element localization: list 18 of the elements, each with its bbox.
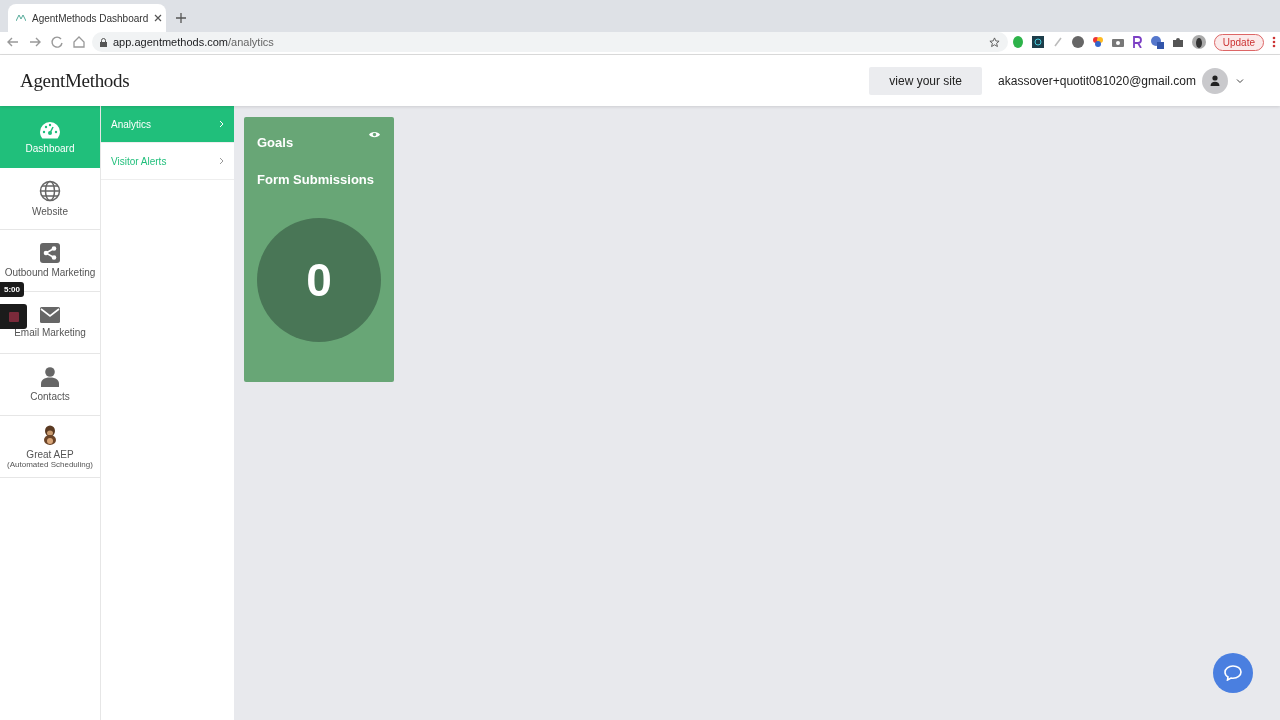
nav-item[interactable]: Great AEP (Automated Scheduling) [0,416,100,478]
nav-item[interactable]: Website [0,168,100,230]
goal-count: 0 [257,218,381,342]
nav-label: Great AEP [26,448,74,460]
logo[interactable]: AgentMethods [20,69,130,92]
card-subtitle: Form Submissions [257,172,376,187]
nav-sublabel: (Automated Scheduling) [7,459,93,469]
browser-tab[interactable]: AgentMethods Dashboard [8,4,166,32]
card-title: Goals [257,135,295,150]
submenu-label: Visitor Alerts [111,155,167,167]
view-site-button[interactable]: view your site [869,66,983,95]
account-email[interactable]: akassover+quotit081020@gmail.com [998,73,1196,88]
recording-timer-overlay: 5:00 [0,282,24,297]
submenu-label: Analytics [111,118,151,130]
address-bar[interactable]: app.agentmethods.com/analytics [92,32,1008,52]
tab-title: AgentMethods Dashboard [32,12,149,24]
nav-item[interactable]: Contacts [0,354,100,416]
update-button[interactable]: Update [1213,33,1264,51]
